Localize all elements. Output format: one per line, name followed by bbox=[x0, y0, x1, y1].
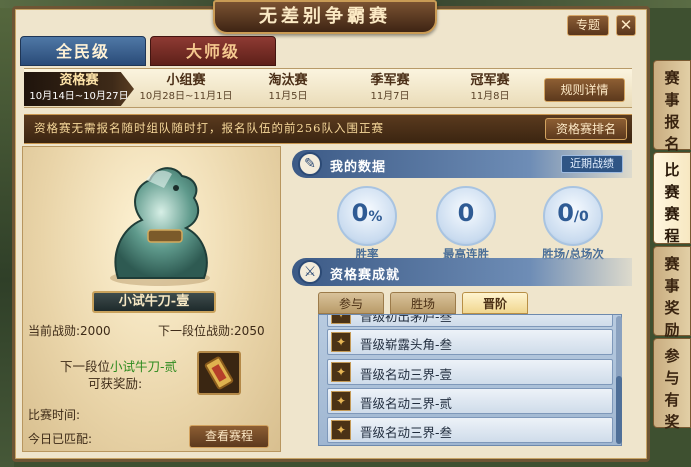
stage-name: 季军赛 bbox=[370, 73, 410, 88]
list-item[interactable]: ✦ 晋级崭露头角-叁 bbox=[327, 329, 613, 355]
stage-date: 11月8日 bbox=[470, 91, 510, 102]
achievement-list[interactable]: ✦ 晋级初出茅庐-叁 ✦ 晋级崭露头角-叁 ✦ 晋级名动三界-壹 ✦ 晋级名动三… bbox=[318, 314, 622, 446]
stat-value: 0 bbox=[457, 199, 475, 227]
scroll-icon: ✎ bbox=[298, 152, 322, 176]
rank-name-plate: 小试牛刀-壹 bbox=[92, 291, 216, 313]
stat-circle: 0/0 bbox=[543, 186, 603, 246]
list-item[interactable]: ✦ 晋级名动三界-壹 bbox=[327, 359, 613, 385]
next-tier-prefix: 下一段位 bbox=[60, 359, 111, 374]
stage-group[interactable]: 小组赛 10月28日~11月1日 bbox=[136, 72, 236, 106]
list-item[interactable]: ✦ 晋级名动三界-叁 bbox=[327, 417, 613, 443]
stage-name: 小组赛 bbox=[166, 73, 206, 88]
tier-tab-master[interactable]: 大师级 bbox=[150, 36, 276, 66]
close-icon: ✕ bbox=[619, 16, 633, 34]
crossed-swords-icon: ⚔ bbox=[298, 260, 322, 284]
notice-text: 资格赛无需报名随时组队随时打，报名队伍的前256队入围正赛 bbox=[34, 121, 384, 135]
stage-knockout[interactable]: 淘汰赛 11月5日 bbox=[238, 72, 338, 106]
stat-value: 0 bbox=[351, 199, 369, 227]
achievement-name: 晋级名动三界-壹 bbox=[360, 367, 453, 382]
next-power-value: 2050 bbox=[234, 324, 265, 338]
side-tab-label: 赛事报名 bbox=[664, 69, 680, 153]
stage-date: 11月7日 bbox=[370, 91, 410, 102]
side-tab-rewards[interactable]: 赛事奖励 bbox=[653, 246, 691, 339]
close-button[interactable]: ✕ bbox=[616, 15, 636, 36]
topic-button[interactable]: 专题 bbox=[567, 15, 609, 36]
tier-tab-public[interactable]: 全民级 bbox=[20, 36, 146, 66]
stage-date: 11月5日 bbox=[268, 91, 308, 102]
stage-name: 冠军赛 bbox=[470, 73, 510, 88]
stat-unit: /0 bbox=[573, 209, 589, 225]
stage-third-place[interactable]: 季军赛 11月7日 bbox=[340, 72, 440, 106]
current-power-label: 当前战勋: bbox=[28, 324, 81, 338]
side-tab-schedule[interactable]: 比赛赛程 bbox=[653, 152, 691, 245]
stat-max-streak: 0 最高连胜 bbox=[429, 186, 503, 261]
achievement-icon: ✦ bbox=[331, 391, 351, 411]
tab-participation[interactable]: 参与 bbox=[318, 292, 384, 314]
stat-value: 0 bbox=[557, 199, 574, 227]
achievement-name: 晋级崭露头角-叁 bbox=[360, 337, 453, 352]
stat-unit: % bbox=[368, 209, 383, 225]
achievement-name: 晋级名动三界-贰 bbox=[360, 396, 453, 411]
matched-today-label: 今日已匹配: bbox=[28, 432, 93, 446]
stage-qualifier[interactable]: 资格赛 10月14日~10月27日 bbox=[24, 72, 134, 106]
side-tab-registration[interactable]: 赛事报名 bbox=[653, 60, 691, 153]
tab-wins[interactable]: 胜场 bbox=[390, 292, 456, 314]
achievement-icon: ✦ bbox=[331, 420, 351, 440]
current-power: 当前战勋:2000 bbox=[28, 322, 111, 339]
rules-detail-button[interactable]: 规则详情 bbox=[544, 78, 625, 102]
scrollbar-thumb[interactable] bbox=[616, 376, 622, 444]
list-item[interactable]: ✦ 晋级名动三界-贰 bbox=[327, 388, 613, 414]
achievement-name: 晋级名动三界-叁 bbox=[360, 425, 453, 440]
achievement-icon: ✦ bbox=[331, 315, 351, 324]
match-time-label: 比赛时间: bbox=[28, 408, 81, 422]
achievement-icon: ✦ bbox=[331, 362, 351, 382]
stage-date: 10月28日~11月1日 bbox=[139, 91, 233, 102]
achievement-icon: ✦ bbox=[331, 332, 351, 352]
view-schedule-button[interactable]: 查看赛程 bbox=[189, 425, 269, 448]
side-tab-participation-reward[interactable]: 参与有奖 bbox=[653, 338, 691, 431]
stat-wins-total: 0/0 胜场/总场次 bbox=[536, 186, 610, 261]
next-power-label: 下一段位战勋: bbox=[158, 324, 235, 338]
stat-circle: 0 bbox=[436, 186, 496, 246]
qualifier-ranking-button[interactable]: 资格赛排名 bbox=[545, 118, 627, 140]
recent-records-button[interactable]: 近期战绩 bbox=[561, 155, 623, 173]
horse-emblem-icon bbox=[110, 167, 210, 286]
my-data-title: 我的数据 bbox=[330, 160, 387, 175]
stage-name: 资格赛 bbox=[59, 73, 99, 88]
side-tab-label: 比赛赛程 bbox=[664, 161, 680, 245]
achievement-name: 晋级初出茅庐-叁 bbox=[360, 314, 453, 324]
next-tier-name: 小试牛刀-贰 bbox=[110, 359, 178, 374]
reward-token-icon bbox=[204, 356, 234, 390]
stat-win-rate: 0% 胜率 bbox=[330, 186, 404, 261]
stat-circle: 0% bbox=[337, 186, 397, 246]
window-title: 无差别争霸赛 bbox=[213, 0, 437, 34]
reward-label: 可获奖励: bbox=[88, 376, 143, 391]
side-tab-label: 赛事奖励 bbox=[664, 255, 680, 339]
stage-date: 10月14日~10月27日 bbox=[29, 91, 129, 102]
tab-promotion[interactable]: 晋阶 bbox=[462, 292, 528, 314]
stage-name: 淘汰赛 bbox=[268, 73, 308, 88]
list-item[interactable]: ✦ 晋级初出茅庐-叁 bbox=[327, 314, 613, 327]
side-tab-label: 参与有奖 bbox=[664, 347, 680, 431]
stage-final[interactable]: 冠军赛 11月8日 bbox=[440, 72, 540, 106]
achievements-title: 资格赛成就 bbox=[330, 268, 401, 283]
next-power: 下一段位战勋:2050 bbox=[158, 322, 265, 339]
current-power-value: 2000 bbox=[80, 324, 111, 338]
reward-item-slot[interactable] bbox=[197, 351, 241, 395]
